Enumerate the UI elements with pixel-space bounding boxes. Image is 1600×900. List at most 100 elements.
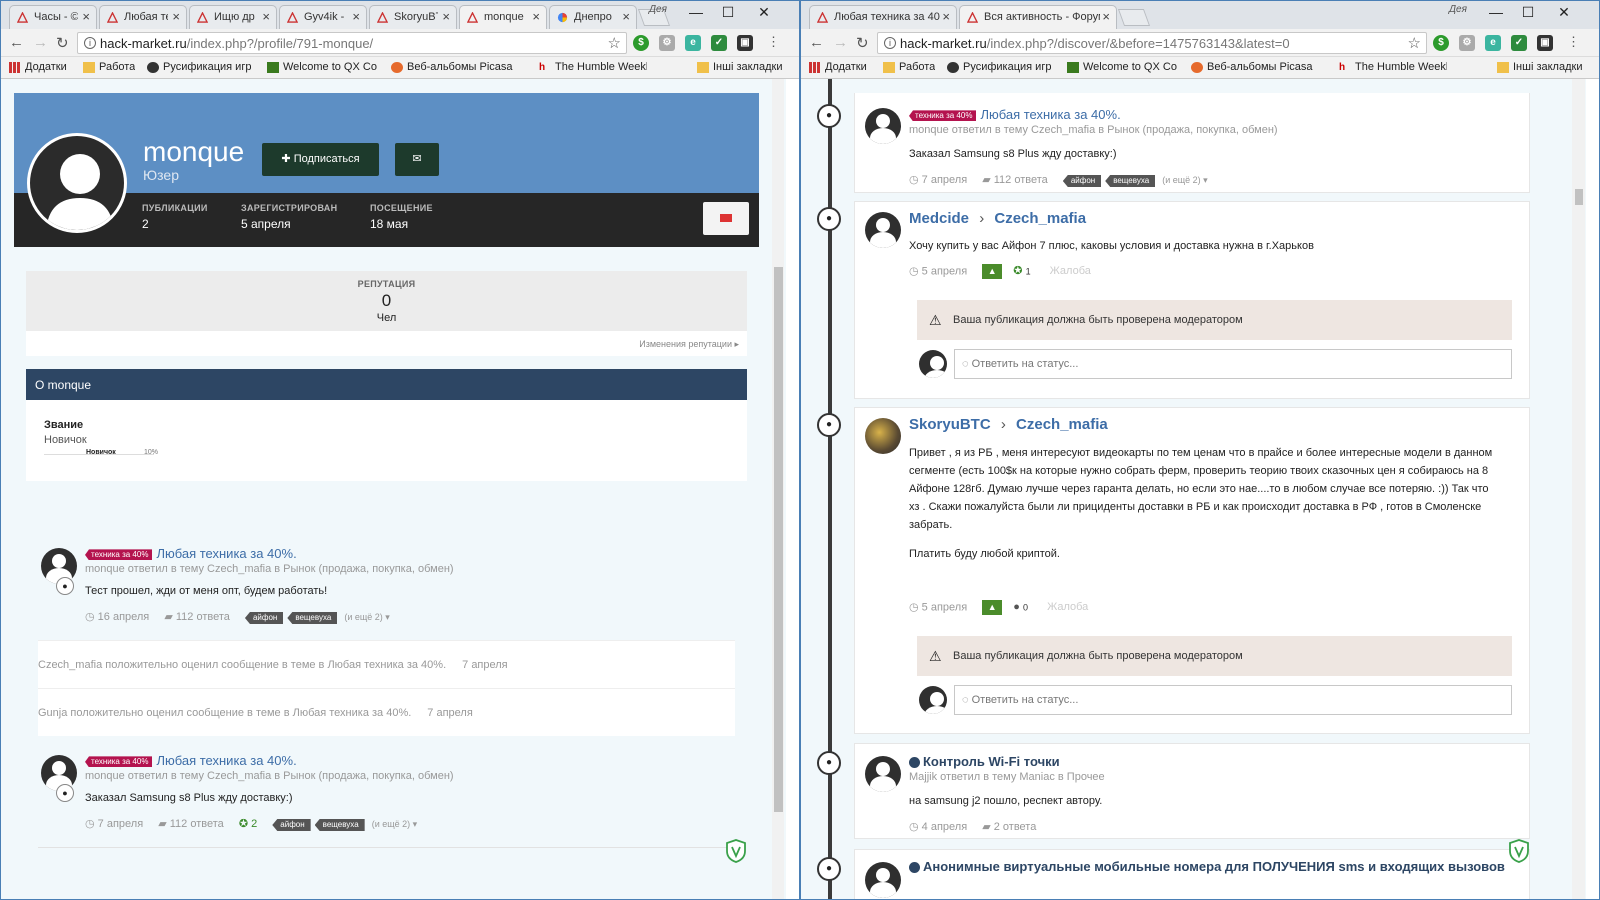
extension-evernote-icon[interactable]: e	[1485, 35, 1501, 51]
avatar[interactable]	[865, 212, 901, 248]
extension-shield-icon[interactable]: ✓	[711, 35, 727, 51]
bookmark-other[interactable]: Інші закладки	[697, 61, 782, 73]
feed-title-link[interactable]: Любая техника за 40%.	[156, 546, 296, 561]
tab-1[interactable]: Часы - © ×	[9, 5, 97, 29]
bookmark-russification[interactable]: Русификация игр в	[147, 61, 253, 73]
report-link[interactable]: Жалоба	[1050, 265, 1091, 277]
target-user-link[interactable]: Czech_mafia	[1016, 416, 1108, 433]
profile-name[interactable]: Дея	[649, 4, 667, 15]
profile-name[interactable]: Дея	[1449, 4, 1467, 15]
bookmark-russification[interactable]: Русификация игр в	[947, 61, 1053, 73]
extension-shield-icon[interactable]: ✓	[1511, 35, 1527, 51]
back-icon[interactable]: ←	[809, 34, 824, 51]
forward-icon[interactable]: →	[33, 34, 48, 51]
subscribe-button[interactable]: ✚ Подписаться	[262, 143, 379, 176]
feed-title-link[interactable]: Любая техника за 40%.	[156, 753, 296, 768]
reply-status-input[interactable]: ◌ Ответить на статус...	[954, 685, 1512, 715]
tag-chip[interactable]: вещевуха	[287, 612, 338, 624]
tab-close-icon[interactable]: ×	[172, 9, 180, 24]
address-bar[interactable]: i hack-market.ru/index.php?/profile/791-…	[77, 32, 627, 54]
tag-chip[interactable]: вещевуха	[1105, 175, 1156, 187]
feed-title-link[interactable]: Контроль Wi-Fi точки	[923, 754, 1060, 769]
tab-close-icon[interactable]: ×	[352, 9, 360, 24]
target-user-link[interactable]: Czech_mafia	[994, 210, 1086, 227]
tab-3[interactable]: Ищю др ×	[189, 5, 277, 29]
info-icon[interactable]: i	[84, 37, 96, 49]
avatar[interactable]	[865, 418, 901, 454]
tab-close-icon[interactable]: ×	[1102, 9, 1110, 24]
close-window-button[interactable]: ✕	[1549, 4, 1579, 21]
bookmark-star-icon[interactable]: ☆	[1408, 34, 1421, 52]
extension-off-icon[interactable]: ▣	[737, 35, 753, 51]
maximize-button[interactable]: ☐	[713, 4, 743, 21]
extension-off-icon[interactable]: ▣	[1537, 35, 1553, 51]
bookmark-humble[interactable]: h The Humble Weekly	[539, 61, 647, 73]
tab-4[interactable]: Gyv4ik - ×	[279, 5, 367, 29]
bookmark-folder-work[interactable]: Работа	[883, 61, 935, 73]
bookmark-star-icon[interactable]: ☆	[608, 34, 621, 52]
extension-dollar-icon[interactable]: $	[633, 35, 649, 51]
report-link[interactable]: Жалоба	[1047, 601, 1088, 613]
scrollbar[interactable]	[1572, 79, 1585, 899]
tag-chip[interactable]: айфон	[272, 819, 311, 831]
tab-6-active[interactable]: monque ×	[459, 5, 547, 29]
bookmark-qx[interactable]: Welcome to QX Cor	[267, 61, 377, 73]
author-link[interactable]: SkoryuBTC	[909, 416, 991, 433]
tab-close-icon[interactable]: ×	[262, 9, 270, 24]
feed-title-link[interactable]: Любая техника за 40%.	[980, 107, 1120, 122]
close-window-button[interactable]: ✕	[749, 4, 779, 21]
tab-close-icon[interactable]: ×	[622, 9, 630, 24]
topic-tag[interactable]: техника за 40%	[85, 756, 153, 768]
minimize-button[interactable]: —	[681, 4, 711, 20]
bookmark-apps[interactable]: Додатки	[809, 61, 867, 73]
scrollbar-thumb[interactable]	[774, 267, 783, 812]
more-tags-link[interactable]: (и ещё 2) ▾	[372, 819, 417, 829]
reputation-history-link[interactable]: Изменения репутации ▸	[639, 339, 739, 349]
address-bar[interactable]: i hack-market.ru/index.php?/discover/&be…	[877, 32, 1427, 54]
tab-close-icon[interactable]: ×	[82, 9, 90, 24]
tab-5[interactable]: SkoryuBT ×	[369, 5, 457, 29]
bookmark-apps[interactable]: Додатки	[9, 61, 67, 73]
tag-chip[interactable]: айфон	[244, 612, 284, 624]
tab-close-icon[interactable]: ×	[942, 9, 950, 24]
upvote-button[interactable]: ▲	[982, 600, 1003, 615]
back-icon[interactable]: ←	[9, 34, 24, 51]
forward-icon[interactable]: →	[833, 34, 848, 51]
tab-2[interactable]: Любая те ×	[99, 5, 187, 29]
topic-tag[interactable]: техника за 40%	[85, 549, 153, 561]
extension-tools-icon[interactable]: ⚙	[659, 35, 675, 51]
scrollbar[interactable]	[772, 79, 784, 899]
upvote-button[interactable]: ▲	[982, 264, 1003, 279]
tag-chip[interactable]: айфон	[1062, 175, 1102, 187]
bookmark-picasa[interactable]: Веб-альбомы Picasa	[391, 61, 527, 73]
info-icon[interactable]: i	[884, 37, 896, 49]
menu-kebab-icon[interactable]: ⋮	[767, 34, 780, 50]
extension-tools-icon[interactable]: ⚙	[1459, 35, 1475, 51]
bookmark-folder-work[interactable]: Работа	[83, 61, 135, 73]
menu-kebab-icon[interactable]: ⋮	[1567, 34, 1580, 50]
more-tags-link[interactable]: (и ещё 2) ▾	[344, 612, 389, 622]
avatar[interactable]	[865, 108, 901, 144]
extension-evernote-icon[interactable]: e	[685, 35, 701, 51]
extension-dollar-icon[interactable]: $	[1433, 35, 1449, 51]
topic-tag[interactable]: техника за 40%	[909, 110, 977, 122]
tab-7[interactable]: Днепро ×	[549, 5, 637, 29]
bookmark-other[interactable]: Інші закладки	[1497, 61, 1582, 73]
scrollbar-thumb[interactable]	[1575, 189, 1583, 205]
more-tags-link[interactable]: (и ещё 2) ▾	[1162, 175, 1207, 185]
tab-close-icon[interactable]: ×	[442, 9, 450, 24]
author-link[interactable]: Medcide	[909, 210, 969, 227]
tab-2-active[interactable]: Вся активность - Форум ×	[959, 5, 1117, 29]
report-profile-button[interactable]	[703, 202, 749, 235]
reload-icon[interactable]: ↻	[56, 34, 69, 52]
new-tab-button[interactable]	[1117, 9, 1151, 26]
tag-chip[interactable]: вещевуха	[314, 819, 365, 831]
bookmark-qx[interactable]: Welcome to QX Cor	[1067, 61, 1177, 73]
tab-1[interactable]: Любая техника за 40%.×	[809, 5, 957, 29]
reply-status-input[interactable]: ◌ Ответить на статус...	[954, 349, 1512, 379]
bookmark-humble[interactable]: h The Humble Weekly	[1339, 61, 1447, 73]
bookmark-picasa[interactable]: Веб-альбомы Picasa	[1191, 61, 1327, 73]
avatar[interactable]	[865, 862, 901, 898]
maximize-button[interactable]: ☐	[1513, 4, 1543, 21]
feed-title-link[interactable]: Анонимные виртуальные мобильные номера д…	[923, 859, 1505, 874]
